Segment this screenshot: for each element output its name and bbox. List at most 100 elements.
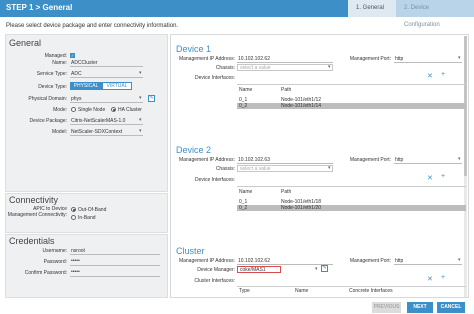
- managed-checkbox[interactable]: [70, 53, 75, 58]
- table-header: Name Path: [237, 87, 466, 93]
- device-1-chassis-chevron-down-icon[interactable]: ▾: [328, 64, 331, 70]
- column-header-name: Name: [295, 288, 309, 294]
- cluster-mgmt-port-chevron-down-icon[interactable]: ▾: [458, 257, 461, 263]
- mode-label: Mode:: [53, 107, 67, 113]
- row-name: 0_2: [239, 103, 248, 109]
- device-1-title: Device 1: [176, 44, 212, 54]
- device-2-interfaces-label: Device Interfaces:: [194, 177, 235, 183]
- confirm-password-underline: [70, 276, 160, 277]
- table-header: Name Path: [237, 189, 466, 195]
- device-manager-label: Device Manager:: [197, 267, 235, 273]
- row-path: Node-101/eth1/14: [281, 103, 322, 109]
- step-general-tab[interactable]: 1. General: [348, 0, 396, 17]
- cluster-mgmt-ip-underline: [237, 264, 333, 265]
- username-label: Username:: [42, 248, 67, 254]
- column-header-name: Name: [239, 189, 253, 195]
- device-manager-select[interactable]: coke/MAS1: [237, 266, 281, 273]
- out-of-band-radio[interactable]: [71, 207, 76, 212]
- device-type-label: Device Type:: [38, 84, 67, 90]
- device-2-chassis-chevron-down-icon[interactable]: ▾: [328, 165, 331, 171]
- password-label: Password:: [43, 259, 67, 265]
- confirm-password-label: Confirm Password:: [24, 270, 67, 276]
- service-type-underline: [70, 77, 143, 78]
- device-1-mgmt-ip-underline: [237, 62, 333, 63]
- cluster-add-icon[interactable]: +: [441, 274, 445, 281]
- device-package-label: Device Package:: [29, 118, 67, 124]
- device-1-add-icon[interactable]: +: [441, 71, 445, 78]
- page-instructions: Please select device package and enter c…: [6, 23, 179, 29]
- device-package-chevron-down-icon[interactable]: ▾: [139, 117, 142, 123]
- mode-single-node-radio[interactable]: [71, 107, 76, 112]
- device-package-underline: [70, 124, 143, 125]
- wizard-steps: 1. General 2. Device Configuration: [348, 0, 474, 28]
- device-type-physical-button[interactable]: PHYSICAL: [70, 82, 102, 90]
- device-1-mgmt-port-chevron-down-icon[interactable]: ▾: [458, 55, 461, 61]
- device-manager-edit-icon[interactable]: ✎: [321, 265, 328, 272]
- row-path: Node-101/eth1/20: [281, 205, 322, 211]
- table-row-selected[interactable]: 0_2 Node-101/eth1/14: [237, 103, 466, 109]
- device-manager-chevron-down-icon[interactable]: ▾: [315, 266, 318, 272]
- device-2-title: Device 2: [176, 145, 212, 155]
- cluster-mgmt-port-label: Management Port:: [349, 258, 391, 264]
- physical-domain-chevron-down-icon[interactable]: ▾: [139, 95, 142, 101]
- device-2-table-top-border: [237, 186, 466, 187]
- table-row-selected[interactable]: 0_2 Node-101/eth1/20: [237, 205, 466, 211]
- general-section-title: General: [9, 38, 42, 48]
- device-2-mgmt-port-underline: [394, 163, 462, 164]
- device-2-mgmt-ip-label: Management IP Address:: [178, 157, 235, 163]
- device-1-delete-icon[interactable]: ✕: [427, 72, 433, 80]
- device-type-virtual-button[interactable]: VIRTUAL: [102, 82, 132, 90]
- table-header: Type Name Concrete Interfaces: [237, 288, 466, 294]
- device-1-mgmt-port-label: Management Port:: [349, 56, 391, 62]
- wizard-header: STEP 1 > General 1. General 2. Device Co…: [0, 0, 474, 28]
- device-1-interfaces-label: Device Interfaces:: [194, 75, 235, 81]
- previous-button[interactable]: PREVIOUS: [372, 302, 401, 313]
- password-input[interactable]: •••••: [71, 258, 80, 264]
- wizard-title: STEP 1 > General: [6, 3, 73, 12]
- service-type-chevron-down-icon[interactable]: ▾: [139, 70, 142, 76]
- cancel-button[interactable]: CANCEL: [437, 302, 465, 313]
- column-header-type: Type: [239, 288, 250, 294]
- cluster-title: Cluster: [176, 246, 205, 256]
- out-of-band-label: Out-Of-Band: [78, 207, 107, 213]
- mode-ha-cluster-radio[interactable]: [111, 107, 116, 112]
- device-1-mgmt-ip-label: Management IP Address:: [178, 56, 235, 62]
- cluster-mgmt-port-underline: [394, 264, 462, 265]
- device-1-table-top-border: [237, 84, 466, 85]
- device-2-chassis-select[interactable]: select a value: [237, 165, 333, 172]
- row-name: 0_2: [239, 205, 248, 211]
- device-2-add-icon[interactable]: +: [441, 173, 445, 180]
- column-header-path: Path: [281, 189, 292, 195]
- model-chevron-down-icon[interactable]: ▾: [139, 128, 142, 134]
- cluster-interfaces-label: Cluster Interfaces:: [194, 278, 235, 284]
- devices-panel: Device 1 Management IP Address: 10.102.1…: [170, 34, 469, 298]
- device-1-chassis-select[interactable]: select a value: [237, 64, 333, 71]
- column-header-name: Name: [239, 87, 253, 93]
- device-2-delete-icon[interactable]: ✕: [427, 174, 433, 182]
- physical-domain-label: Physical Domain:: [28, 96, 67, 102]
- left-column: General Managed: Name: ADCCluster Servic…: [5, 34, 168, 298]
- in-band-label: In-Band: [78, 215, 96, 221]
- cluster-delete-icon[interactable]: ✕: [427, 275, 433, 283]
- in-band-radio[interactable]: [71, 215, 76, 220]
- service-type-label: Service Type:: [36, 71, 67, 77]
- physical-domain-edit-icon[interactable]: ✎: [148, 95, 155, 102]
- model-underline: [70, 135, 143, 136]
- confirm-password-input[interactable]: •••••: [71, 269, 80, 275]
- cluster-mgmt-ip-label: Management IP Address:: [178, 258, 235, 264]
- step-device-configuration-tab[interactable]: 2. Device Configuration: [396, 0, 474, 28]
- apic-connectivity-label-line2: Management Connectivity:: [7, 212, 67, 218]
- mode-single-node-label: Single Node: [78, 107, 106, 113]
- password-underline: [70, 265, 160, 266]
- device-2-mgmt-port-label: Management Port:: [349, 157, 391, 163]
- column-header-concrete-interfaces: Concrete Interfaces: [349, 288, 393, 294]
- device-1-mgmt-port-underline: [394, 62, 462, 63]
- device-1-chassis-label: Chassis:: [215, 65, 235, 71]
- device-2-chassis-label: Chassis:: [215, 166, 235, 172]
- next-button[interactable]: NEXT: [407, 302, 433, 313]
- column-header-path: Path: [281, 87, 292, 93]
- device-2-mgmt-ip-underline: [237, 163, 333, 164]
- username-underline: [70, 254, 160, 255]
- device-2-mgmt-port-chevron-down-icon[interactable]: ▾: [458, 156, 461, 162]
- name-underline: [70, 66, 143, 67]
